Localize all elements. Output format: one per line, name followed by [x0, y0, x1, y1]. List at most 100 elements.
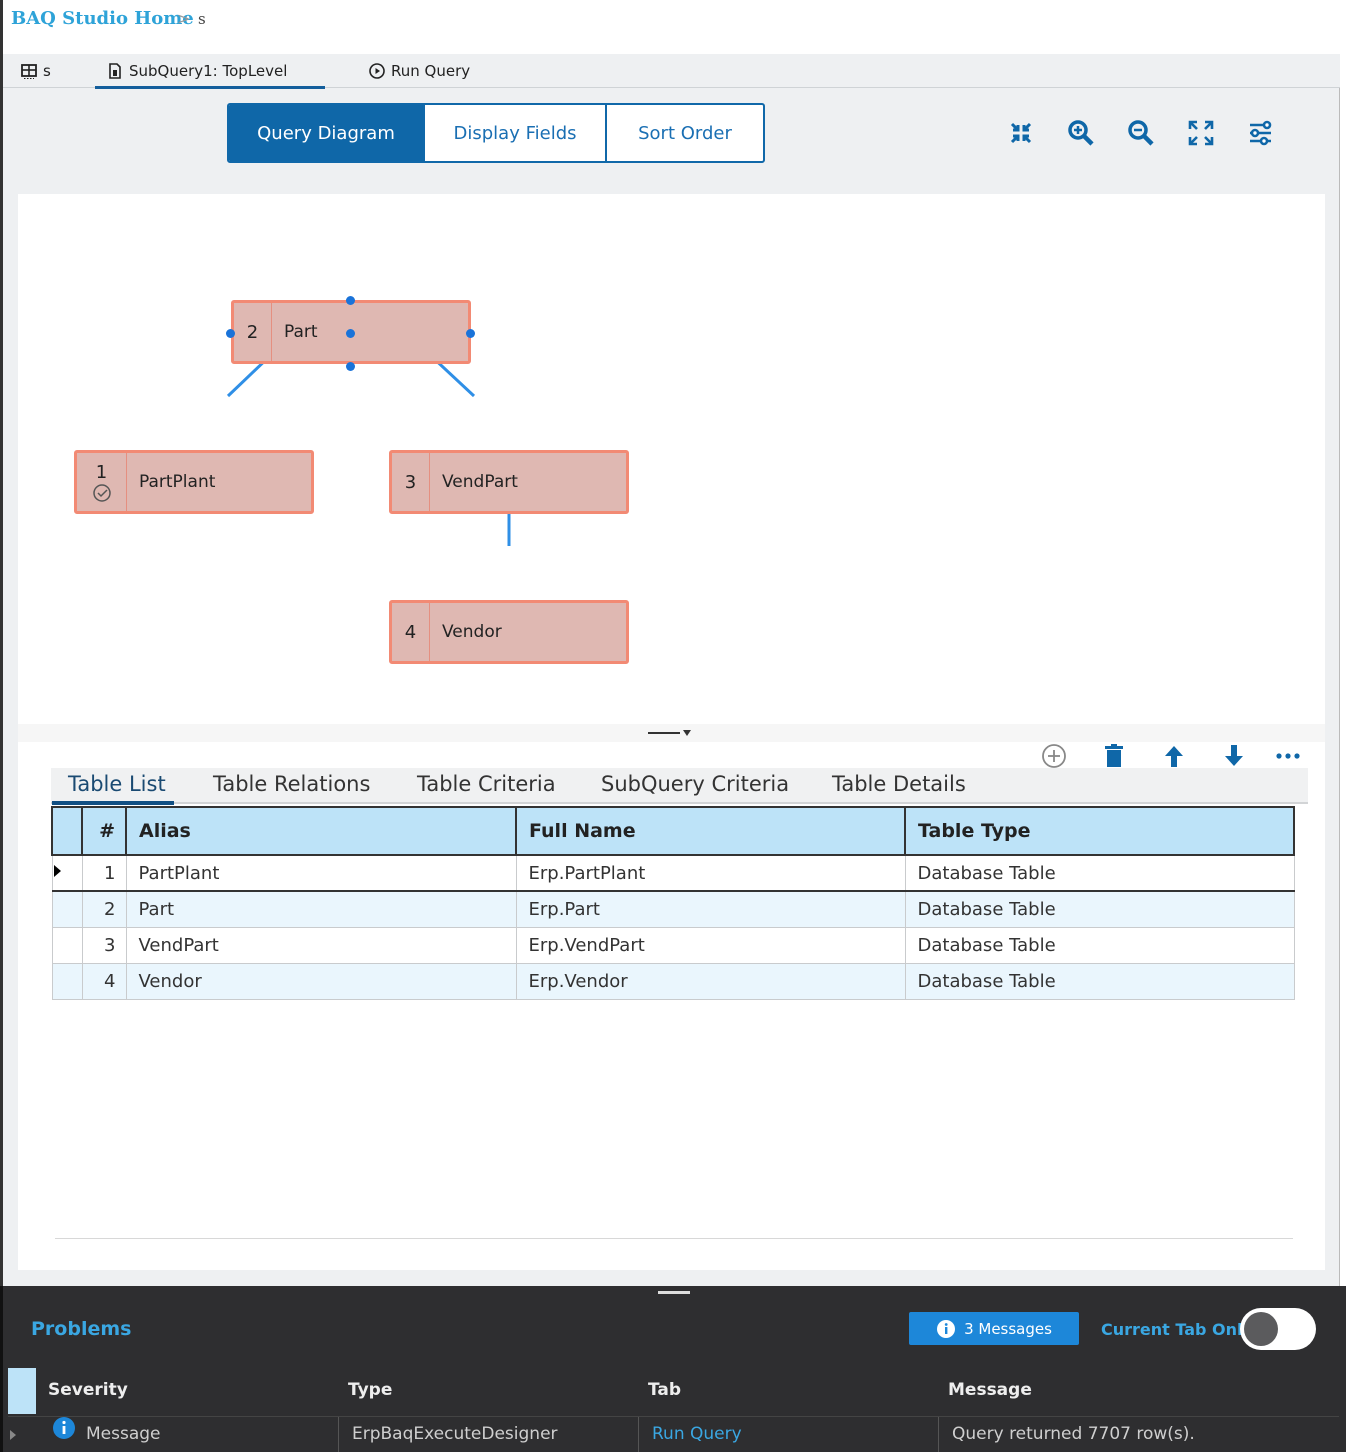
- resize-handle-left[interactable]: [226, 329, 235, 338]
- info-icon: [937, 1319, 956, 1338]
- row-selector[interactable]: [51, 962, 83, 1000]
- tab-subquery-criteria[interactable]: SubQuery Criteria: [601, 772, 789, 796]
- cell-full-name: Erp.Part: [515, 890, 906, 928]
- table-row[interactable]: 1 PartPlant Erp.PartPlant Database Table: [51, 854, 1295, 892]
- tab-table-criteria[interactable]: Table Criteria: [417, 772, 556, 796]
- zoom-in-icon[interactable]: [1067, 119, 1095, 147]
- column-divider: [638, 1417, 639, 1452]
- resize-handle-bottom[interactable]: [346, 362, 355, 371]
- tab-display-fields[interactable]: Display Fields: [425, 105, 607, 161]
- row-selector[interactable]: [51, 890, 83, 928]
- table-header-row: # Alias Full Name Table Type: [51, 806, 1295, 856]
- column-header-number[interactable]: #: [81, 806, 127, 856]
- table-row[interactable]: 3 VendPart Erp.VendPart Database Table: [51, 926, 1295, 964]
- cell-number: 4: [81, 962, 127, 1000]
- cell-type: ErpBaqExecuteDesigner: [352, 1424, 558, 1444]
- node-number: 2: [234, 303, 272, 361]
- designer-tab-bar: s SubQuery1: TopLevel Run Query: [3, 54, 1340, 89]
- problems-header-row: Severity Type Tab Message: [8, 1368, 1339, 1414]
- node-vendpart[interactable]: 3 VendPart: [389, 450, 629, 514]
- cell-full-name: Erp.PartPlant: [515, 854, 906, 892]
- node-vendor[interactable]: 4 Vendor: [389, 600, 629, 664]
- cell-severity: Message: [86, 1424, 161, 1444]
- tab-query-label: s: [43, 62, 51, 80]
- column-header-tab[interactable]: Tab: [648, 1380, 681, 1400]
- node-partplant[interactable]: 1 PartPlant: [74, 450, 314, 514]
- node-number: 1: [95, 461, 108, 483]
- tab-table-details[interactable]: Table Details: [832, 772, 966, 796]
- more-icon[interactable]: [1274, 742, 1302, 770]
- messages-filter-button[interactable]: 3 Messages: [909, 1312, 1079, 1345]
- current-tab-only-toggle[interactable]: [1240, 1308, 1316, 1350]
- cell-number: 1: [81, 854, 127, 892]
- view-segmented-control: Query Diagram Display Fields Sort Order: [227, 103, 765, 163]
- cell-number: 3: [81, 926, 127, 964]
- column-header-alias[interactable]: Alias: [125, 806, 517, 856]
- problems-panel: Problems 3 Messages Current Tab Only Sev…: [0, 1286, 1346, 1452]
- column-header-type[interactable]: Type: [348, 1380, 392, 1400]
- node-alias: Part: [284, 322, 318, 342]
- cell-alias: Part: [125, 890, 517, 928]
- tab-query[interactable]: s: [21, 58, 51, 84]
- tab-table-list[interactable]: Table List: [52, 772, 174, 805]
- node-number-cell: 1: [77, 453, 127, 511]
- cell-alias: PartPlant: [125, 854, 517, 892]
- run-query-label: Run Query: [391, 62, 471, 80]
- tab-subquery[interactable]: SubQuery1: TopLevel: [94, 58, 326, 89]
- node-number: 3: [392, 453, 430, 511]
- cell-table-type: Database Table: [904, 926, 1295, 964]
- column-header-table-type[interactable]: Table Type: [904, 806, 1295, 856]
- current-row-icon: [53, 864, 61, 877]
- zoom-out-icon[interactable]: [1127, 119, 1155, 147]
- problems-title: Problems: [31, 1318, 132, 1340]
- panel-splitter[interactable]: [18, 724, 1325, 742]
- play-circle-icon: [369, 63, 385, 79]
- divider: [55, 1238, 1293, 1239]
- main-panel: s SubQuery1: TopLevel Run Query Query Di…: [0, 54, 1340, 1286]
- cell-tab-link[interactable]: Run Query: [652, 1424, 742, 1444]
- cell-table-type: Database Table: [904, 854, 1295, 892]
- resize-handle-right[interactable]: [466, 329, 475, 338]
- chevron-down-icon: [683, 730, 691, 736]
- add-icon[interactable]: [1040, 742, 1068, 770]
- cell-full-name: Erp.VendPart: [515, 926, 906, 964]
- row-selector-header: [8, 1368, 36, 1414]
- info-icon: [53, 1417, 75, 1439]
- node-alias: PartPlant: [139, 472, 216, 492]
- move-up-icon[interactable]: [1160, 742, 1188, 770]
- run-query-button[interactable]: Run Query: [369, 58, 470, 84]
- column-header-severity[interactable]: Severity: [48, 1380, 128, 1400]
- resize-handle-center[interactable]: [346, 329, 355, 338]
- panel-resize-grip[interactable]: [658, 1291, 690, 1294]
- tab-query-diagram[interactable]: Query Diagram: [229, 105, 425, 161]
- cell-message: Query returned 7707 row(s).: [952, 1424, 1195, 1444]
- node-alias: Vendor: [442, 622, 502, 642]
- tab-subquery-label: SubQuery1: TopLevel: [129, 62, 288, 80]
- tab-sort-order[interactable]: Sort Order: [607, 105, 763, 161]
- tab-table-relations[interactable]: Table Relations: [213, 772, 370, 796]
- breadcrumb-separator: >: [177, 9, 191, 28]
- table-row[interactable]: 2 Part Erp.Part Database Table: [51, 890, 1295, 928]
- cell-alias: VendPart: [125, 926, 517, 964]
- breadcrumb-home-link[interactable]: BAQ Studio Home: [11, 8, 194, 29]
- delete-icon[interactable]: [1100, 742, 1128, 770]
- toggle-knob: [1244, 1312, 1278, 1346]
- current-tab-only-label: Current Tab Only: [1101, 1320, 1253, 1339]
- cell-alias: Vendor: [125, 962, 517, 1000]
- layout-settings-icon[interactable]: [1247, 119, 1275, 147]
- fit-screen-icon[interactable]: [1187, 119, 1215, 147]
- row-selector[interactable]: [51, 854, 83, 892]
- query-diagram-canvas[interactable]: 2 Part 1 PartPlant 3 VendPart 4 Vendor: [18, 194, 1325, 724]
- column-header-message[interactable]: Message: [948, 1380, 1032, 1400]
- move-down-icon[interactable]: [1220, 742, 1248, 770]
- collapse-icon[interactable]: [1007, 119, 1035, 147]
- column-header-full-name[interactable]: Full Name: [515, 806, 906, 856]
- cell-full-name: Erp.Vendor: [515, 962, 906, 1000]
- table-list-grid: # Alias Full Name Table Type 1 PartPlant…: [51, 806, 1295, 1000]
- table-tabs: Table List Table Relations Table Criteri…: [51, 768, 1308, 805]
- problem-row[interactable]: Message ErpBaqExecuteDesigner Run Query …: [8, 1416, 1339, 1452]
- row-selector[interactable]: [51, 926, 83, 964]
- cell-table-type: Database Table: [904, 890, 1295, 928]
- table-row[interactable]: 4 Vendor Erp.Vendor Database Table: [51, 962, 1295, 1000]
- resize-handle-top[interactable]: [346, 296, 355, 305]
